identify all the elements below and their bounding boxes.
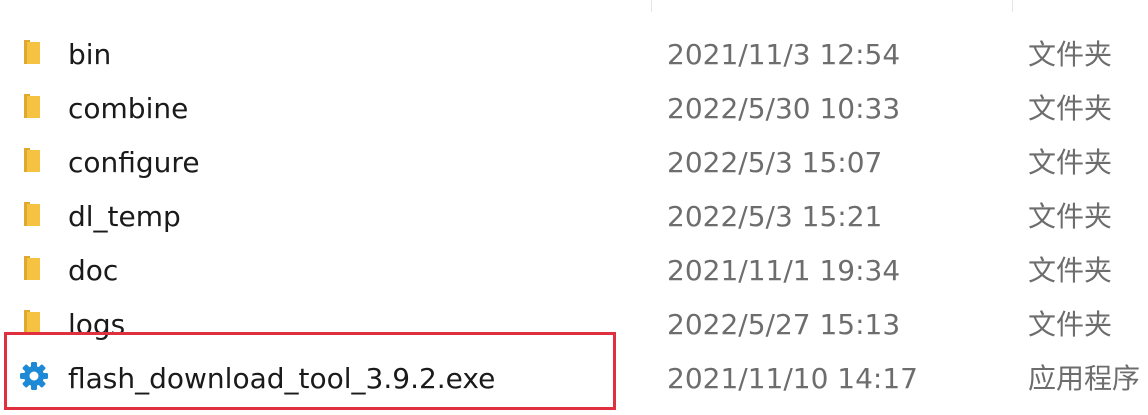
file-name: doc bbox=[68, 254, 119, 287]
file-modified-date: 2022/5/30 10:33 bbox=[667, 92, 901, 125]
folder-icon bbox=[18, 306, 50, 338]
file-modified-date: 2022/5/3 15:07 bbox=[667, 146, 883, 179]
file-modified-date: 2022/5/27 15:13 bbox=[667, 308, 901, 341]
file-row-flash-download-tool[interactable]: flash_download_tool_3.9.2.exe 2021/11/10… bbox=[0, 352, 1148, 406]
folder-icon bbox=[18, 198, 50, 230]
file-row-combine[interactable]: combine 2022/5/30 10:33 文件夹 bbox=[0, 82, 1148, 136]
file-row-dl-temp[interactable]: dl_temp 2022/5/3 15:21 文件夹 bbox=[0, 190, 1148, 244]
file-type: 文件夹 bbox=[1028, 146, 1113, 179]
file-row-configure[interactable]: configure 2022/5/3 15:07 文件夹 bbox=[0, 136, 1148, 190]
file-type: 应用程序 bbox=[1028, 362, 1141, 395]
file-modified-date: 2021/11/3 12:54 bbox=[667, 38, 901, 71]
file-row-doc[interactable]: doc 2021/11/1 19:34 文件夹 bbox=[0, 244, 1148, 298]
file-name: dl_temp bbox=[68, 200, 181, 233]
file-modified-date: 2022/5/3 15:21 bbox=[667, 200, 883, 233]
file-name: bin bbox=[68, 38, 112, 71]
file-row-logs[interactable]: logs 2022/5/27 15:13 文件夹 bbox=[0, 298, 1148, 352]
folder-icon bbox=[18, 90, 50, 122]
file-name: flash_download_tool_3.9.2.exe bbox=[68, 362, 496, 395]
gear-icon bbox=[18, 360, 50, 392]
file-row-bin[interactable]: bin 2021/11/3 12:54 文件夹 bbox=[0, 28, 1148, 82]
file-list: bin 2021/11/3 12:54 文件夹 combine 2022/5/3… bbox=[0, 28, 1148, 406]
file-name: logs bbox=[68, 308, 126, 341]
file-modified-date: 2021/11/1 19:34 bbox=[667, 254, 901, 287]
column-separator-date[interactable] bbox=[651, 0, 652, 12]
file-type: 文件夹 bbox=[1028, 38, 1113, 71]
file-modified-date: 2021/11/10 14:17 bbox=[667, 362, 918, 395]
folder-icon bbox=[18, 252, 50, 284]
folder-icon bbox=[18, 144, 50, 176]
file-type: 文件夹 bbox=[1028, 200, 1113, 233]
folder-icon bbox=[18, 36, 50, 68]
file-name: configure bbox=[68, 146, 200, 179]
file-type: 文件夹 bbox=[1028, 92, 1113, 125]
file-type: 文件夹 bbox=[1028, 308, 1113, 341]
file-type: 文件夹 bbox=[1028, 254, 1113, 287]
column-separator-type[interactable] bbox=[1012, 0, 1013, 12]
file-name: combine bbox=[68, 92, 189, 125]
